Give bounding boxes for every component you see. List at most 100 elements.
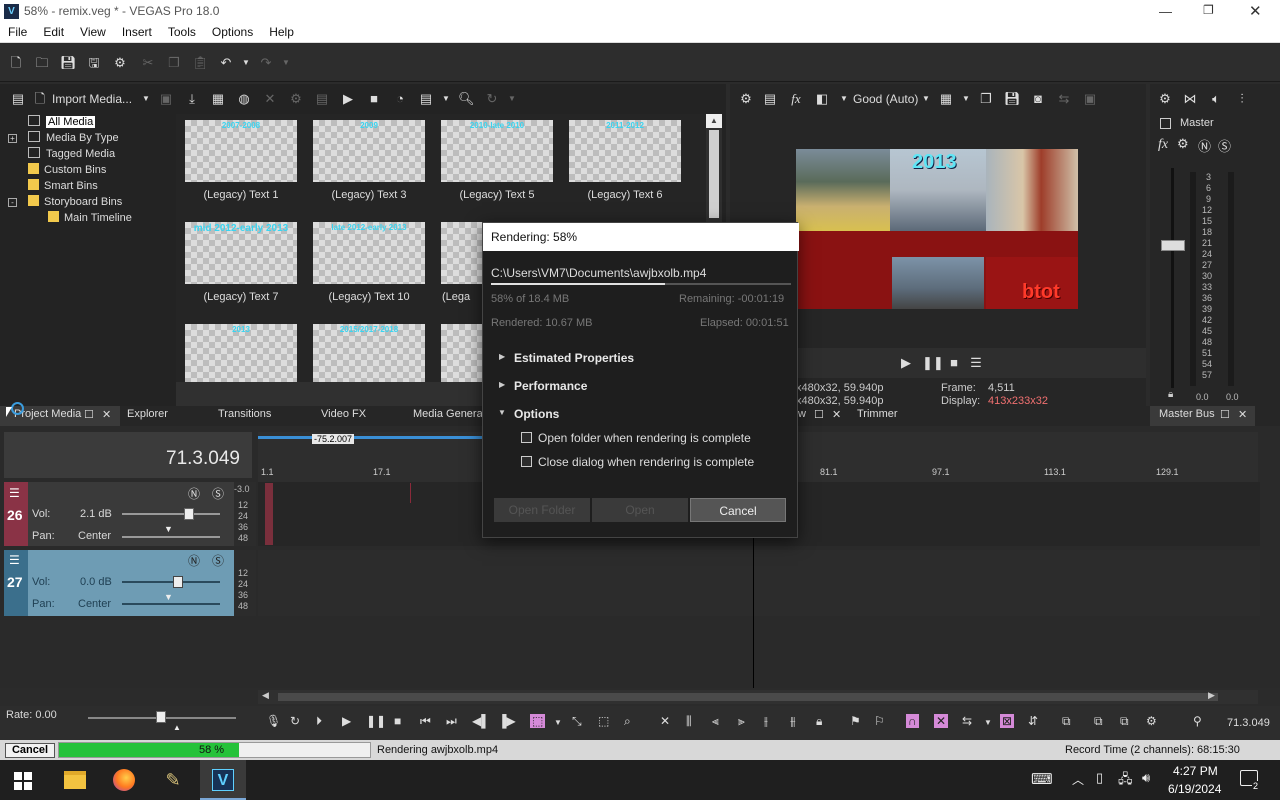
- tree-item-all-media[interactable]: All Media: [28, 115, 96, 128]
- scroll-thumb[interactable]: [709, 130, 719, 218]
- import-media-button[interactable]: Import Media...: [52, 92, 132, 106]
- explorer-view-icon[interactable]: ▤: [10, 91, 26, 107]
- windows-start-icon[interactable]: [14, 772, 32, 790]
- zoom-search-icon[interactable]: 🔍︎: [458, 91, 475, 107]
- audio-clip-26[interactable]: [265, 483, 273, 545]
- new-file-icon[interactable]: 🗋: [8, 55, 24, 71]
- ignore-event-grouping-icon[interactable]: ⫵: [790, 714, 796, 729]
- preview-quality-select[interactable]: Good (Auto): [853, 92, 918, 106]
- stop-icon[interactable]: ■: [394, 714, 401, 728]
- master-fx-chain-icon[interactable]: ⚙: [1177, 136, 1189, 152]
- master-speaker-icon[interactable]: 🔈︎: [1208, 91, 1224, 107]
- tab-maximize-icon[interactable]: ☐: [84, 408, 94, 421]
- preview-maximize-icon[interactable]: ☐: [814, 408, 824, 421]
- envelope-tool-icon[interactable]: ⤡: [572, 714, 582, 729]
- overlays-grid-icon[interactable]: ▦: [938, 91, 954, 107]
- trim-start-icon[interactable]: ⫷: [712, 714, 719, 729]
- split-screen-icon[interactable]: ◧: [814, 91, 830, 107]
- refresh-dropdown-icon[interactable]: ▼: [504, 91, 520, 107]
- preview-menu-icon[interactable]: ☰: [968, 355, 984, 371]
- auto-ripple-icon[interactable]: ⇵: [1028, 714, 1038, 728]
- minimize-icon[interactable]: —: [1159, 4, 1172, 19]
- media-thumbnail[interactable]: 2013: [185, 324, 297, 382]
- go-to-start-icon[interactable]: ⏮︎: [420, 714, 431, 729]
- track-mute-icon[interactable]: Ⓝ: [188, 485, 200, 502]
- settings-gear-icon[interactable]: ⚙: [112, 55, 128, 71]
- normal-edit-tool-icon[interactable]: ⬚: [530, 714, 546, 728]
- copy-snapshot-icon[interactable]: ❐: [978, 91, 994, 107]
- save-icon[interactable]: 💾︎: [60, 55, 77, 71]
- track-menu-icon[interactable]: ☰: [9, 553, 20, 567]
- media-fx-icon[interactable]: ▦: [210, 91, 226, 107]
- file-explorer-icon[interactable]: [64, 771, 86, 789]
- split-dropdown-icon[interactable]: ▼: [836, 91, 852, 107]
- pan-slider-track[interactable]: [122, 536, 220, 538]
- media-properties-icon[interactable]: ⚙: [288, 91, 304, 107]
- master-mute-icon[interactable]: Ⓝ: [1198, 136, 1211, 155]
- collapse-arrow-icon[interactable]: ▼: [498, 408, 506, 417]
- undo-dropdown-icon[interactable]: ▼: [238, 55, 254, 71]
- import-media-icon[interactable]: 🗋: [32, 91, 48, 107]
- master-checkbox[interactable]: [1160, 118, 1171, 129]
- close-dialog-checkbox[interactable]: [521, 456, 532, 467]
- expand-icon[interactable]: +: [8, 134, 17, 143]
- open-button[interactable]: Open: [592, 498, 688, 522]
- pan-slider-handle[interactable]: ▼: [164, 592, 173, 602]
- web-media-icon[interactable]: ◍: [236, 91, 252, 107]
- import-dropdown-icon[interactable]: ▼: [138, 91, 154, 107]
- prev-frame-icon[interactable]: ◀▌: [472, 714, 490, 728]
- trim-end-icon[interactable]: ⫸: [738, 714, 745, 729]
- ruler-scrollbar[interactable]: [1262, 432, 1278, 682]
- pause-icon[interactable]: ❚❚: [366, 714, 386, 728]
- tab-trimmer[interactable]: Trimmer: [857, 408, 898, 420]
- preview-device-icon[interactable]: ▤: [762, 91, 778, 107]
- tab-media-generators[interactable]: Media Generat: [413, 408, 486, 420]
- save-as-icon[interactable]: 🖫: [86, 55, 102, 71]
- preview-settings-icon[interactable]: ⚙: [738, 91, 754, 107]
- menu-tools[interactable]: Tools: [160, 23, 204, 39]
- tab-video-fx[interactable]: Video FX: [321, 408, 366, 420]
- section-estimated-properties[interactable]: Estimated Properties: [514, 351, 634, 365]
- tree-item-custom-bins[interactable]: Custom Bins: [28, 163, 106, 176]
- trim-icon[interactable]: ⫼: [686, 714, 692, 729]
- tree-item-storyboard-bins[interactable]: - Storyboard Bins: [8, 195, 122, 208]
- volume-slider-handle[interactable]: [173, 576, 184, 588]
- event-pan-crop-icon[interactable]: ⧉: [1062, 714, 1071, 729]
- status-cancel-button[interactable]: Cancel: [5, 743, 55, 758]
- preview-close-icon[interactable]: ✕: [832, 408, 841, 421]
- master-fader-handle[interactable]: [1161, 240, 1185, 251]
- stop-preview-icon[interactable]: ■: [366, 91, 382, 107]
- menu-view[interactable]: View: [72, 23, 114, 39]
- overlays-dropdown-icon[interactable]: ▼: [958, 91, 974, 107]
- media-thumbnail[interactable]: 2011-2012: [569, 120, 681, 182]
- insert-marker-icon[interactable]: ⚑: [850, 714, 861, 728]
- ripple-edit-icon[interactable]: ⇆: [962, 714, 972, 728]
- preview-expand-icon[interactable]: ▣: [1082, 91, 1098, 107]
- restore-icon[interactable]: ❐: [1203, 3, 1214, 17]
- group-icon[interactable]: ⧉: [1094, 714, 1103, 729]
- preview-pause-icon[interactable]: ❚❚: [922, 355, 944, 371]
- hscroll-thumb[interactable]: [278, 693, 1218, 701]
- track-lane-27[interactable]: [258, 550, 1260, 616]
- marker-pin-icon[interactable]: ⚲: [1193, 714, 1202, 728]
- fx-chain-icon[interactable]: ⚙: [1146, 714, 1157, 728]
- paste-icon[interactable]: 📋︎: [192, 55, 209, 71]
- vegas-taskbar-button[interactable]: V: [200, 760, 246, 800]
- close-dialog-option-label[interactable]: Close dialog when rendering is complete: [538, 455, 754, 469]
- quality-dropdown-icon[interactable]: ▼: [918, 91, 934, 107]
- network-icon[interactable]: 🖧︎: [1118, 770, 1133, 792]
- master-maximize-icon[interactable]: ☐: [1220, 408, 1230, 421]
- collapse-icon[interactable]: -: [8, 198, 17, 207]
- pan-slider-track[interactable]: [122, 603, 220, 605]
- master-downmix-icon[interactable]: ⋈: [1182, 91, 1198, 107]
- edit-tool-dropdown-icon[interactable]: ▼: [554, 718, 562, 727]
- tab-project-media[interactable]: Project Media: [14, 408, 81, 420]
- next-frame-icon[interactable]: ▐▶: [498, 714, 516, 728]
- tray-chevron-icon[interactable]: ︿: [1072, 771, 1084, 788]
- redo-icon[interactable]: ↷: [258, 55, 274, 71]
- master-lock-icon[interactable]: 🔒︎: [1168, 389, 1173, 400]
- tab-transitions[interactable]: Transitions: [218, 408, 271, 420]
- tab-master-bus[interactable]: Master Bus: [1159, 408, 1215, 420]
- menu-edit[interactable]: Edit: [35, 23, 72, 39]
- section-performance[interactable]: Performance: [514, 379, 587, 393]
